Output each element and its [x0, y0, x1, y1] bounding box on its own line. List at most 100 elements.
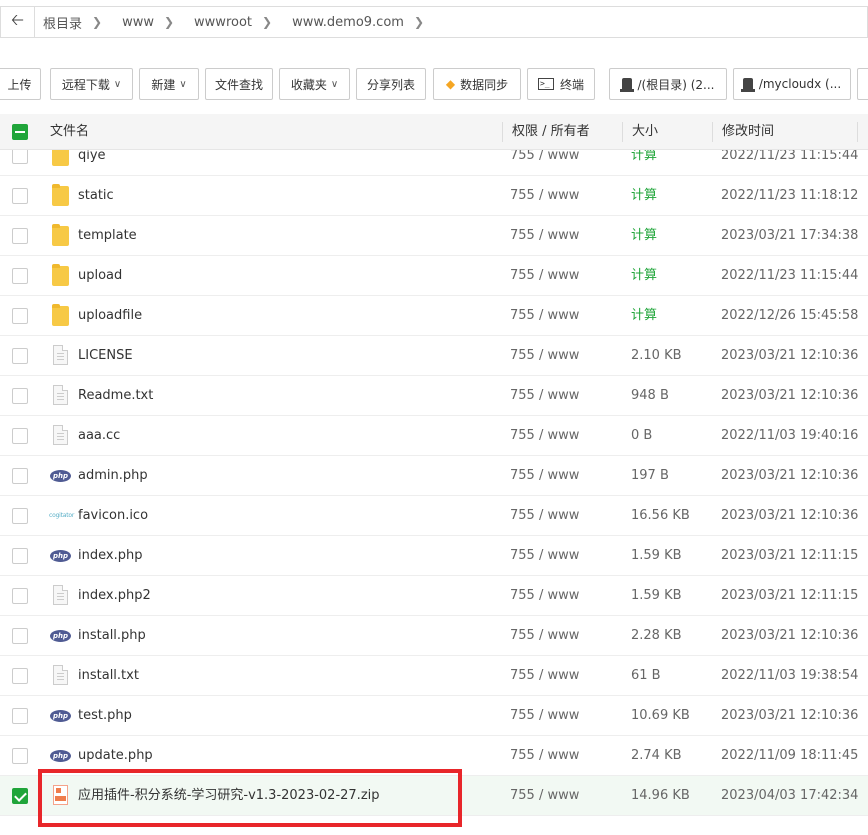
file-name[interactable]: qiye — [78, 150, 106, 176]
file-name[interactable]: index.php2 — [78, 576, 151, 616]
file-permission[interactable]: 755 / www — [510, 536, 579, 576]
file-name[interactable]: favicon.ico — [78, 496, 148, 536]
calculate-size-link[interactable]: 计算 — [631, 256, 657, 296]
column-divider[interactable] — [712, 122, 713, 142]
file-name[interactable]: index.php — [78, 536, 142, 576]
file-name[interactable]: 应用插件-积分系统-学习研究-v1.3-2023-02-27.zip — [78, 776, 380, 816]
header-name[interactable]: 文件名 — [50, 114, 89, 150]
file-name[interactable]: update.php — [78, 736, 153, 776]
row-checkbox[interactable] — [12, 348, 28, 364]
calculate-size-link[interactable]: 计算 — [631, 296, 657, 336]
new-button[interactable]: 新建 ∨ — [139, 68, 199, 100]
row-checkbox[interactable] — [12, 708, 28, 724]
breadcrumb-item-site[interactable]: www.demo9.com ❯ — [284, 15, 436, 30]
upload-button[interactable]: 上传 — [0, 68, 41, 100]
table-row[interactable]: cogitator favicon.ico 755 / www 16.56 KB 202… — [0, 496, 868, 536]
file-permission[interactable]: 755 / www — [510, 656, 579, 696]
file-mtime: 2023/03/21 12:10:36 — [721, 708, 859, 723]
row-checkbox[interactable] — [12, 588, 28, 604]
row-checkbox[interactable] — [12, 428, 28, 444]
calculate-size-link[interactable]: 计算 — [631, 150, 657, 176]
data-sync-button[interactable]: ◆ 数据同步 — [433, 68, 521, 100]
file-permission[interactable]: 755 / www — [510, 176, 579, 216]
breadcrumb-item-root[interactable]: 根目录 ❯ — [35, 13, 114, 32]
share-list-button[interactable]: 分享列表 — [356, 68, 426, 100]
table-row[interactable]: php install.php 755 / www 2.28 KB 2023/03/21… — [0, 616, 868, 656]
table-row[interactable]: LICENSE 755 / www 2.10 KB 2023/03/21 12:10:… — [0, 336, 868, 376]
file-name[interactable]: LICENSE — [78, 336, 133, 376]
file-permission[interactable]: 755 / www — [510, 456, 579, 496]
table-row[interactable]: static 755 / www 计算 2022/11/23 11:18:12 — [0, 176, 868, 216]
file-permission[interactable]: 755 / www — [510, 416, 579, 456]
file-name[interactable]: static — [78, 176, 114, 216]
table-row[interactable]: upload 755 / www 计算 2022/11/23 11:15:44 — [0, 256, 868, 296]
file-permission[interactable]: 755 / www — [510, 616, 579, 656]
column-divider[interactable] — [622, 122, 623, 142]
disk-mycloudx-button[interactable]: /mycloudx (... — [733, 68, 851, 100]
row-checkbox[interactable] — [12, 468, 28, 484]
file-name[interactable]: uploadfile — [78, 296, 142, 336]
file-permission[interactable]: 755 / www — [510, 296, 579, 336]
file-permission[interactable]: 755 / www — [510, 150, 579, 176]
table-row[interactable]: php test.php 755 / www 10.69 KB 2023/03/21 1… — [0, 696, 868, 736]
table-row[interactable]: php index.php 755 / www 1.59 KB 2023/03/21 1… — [0, 536, 868, 576]
file-permission[interactable]: 755 / www — [510, 576, 579, 616]
file-permission[interactable]: 755 / www — [510, 216, 579, 256]
table-row[interactable]: qiye 755 / www 计算 2022/11/23 11:15:44 — [0, 150, 868, 176]
column-divider[interactable] — [502, 122, 503, 142]
table-row[interactable]: 应用插件-积分系统-学习研究-v1.3-2023-02-27.zip 755 / … — [0, 776, 868, 816]
column-divider[interactable] — [857, 122, 858, 142]
toolbar-overflow-button[interactable] — [857, 68, 868, 100]
row-checkbox[interactable] — [12, 748, 28, 764]
file-name[interactable]: test.php — [78, 696, 132, 736]
row-checkbox[interactable] — [12, 268, 28, 284]
file-permission[interactable]: 755 / www — [510, 496, 579, 536]
file-name[interactable]: upload — [78, 256, 122, 296]
row-checkbox[interactable] — [12, 150, 28, 164]
row-checkbox[interactable] — [12, 788, 28, 804]
row-checkbox[interactable] — [12, 548, 28, 564]
table-row[interactable]: install.txt 755 / www 61 B 2022/11/03 19:38… — [0, 656, 868, 696]
table-row[interactable]: aaa.cc 755 / www 0 B 2022/11/03 19:40:16 — [0, 416, 868, 456]
favorites-button[interactable]: 收藏夹 ∨ — [279, 68, 350, 100]
table-row[interactable]: Readme.txt 755 / www 948 B 2023/03/21 12:10… — [0, 376, 868, 416]
row-checkbox[interactable] — [12, 508, 28, 524]
table-row[interactable]: template 755 / www 计算 2023/03/21 17:34:38 — [0, 216, 868, 256]
calculate-size-link[interactable]: 计算 — [631, 216, 657, 256]
header-mtime[interactable]: 修改时间 — [722, 114, 774, 150]
file-permission[interactable]: 755 / www — [510, 336, 579, 376]
file-name[interactable]: install.php — [78, 616, 146, 656]
table-row[interactable]: index.php2 755 / www 1.59 KB 2023/03/21 12:… — [0, 576, 868, 616]
calculate-size-link[interactable]: 计算 — [631, 176, 657, 216]
table-row[interactable]: uploadfile 755 / www 计算 2022/12/26 15:45:58 — [0, 296, 868, 336]
file-permission[interactable]: 755 / www — [510, 696, 579, 736]
find-file-button[interactable]: 文件查找 — [205, 68, 273, 100]
header-perm[interactable]: 权限 / 所有者 — [512, 114, 590, 150]
remote-download-button[interactable]: 远程下载 ∨ — [50, 68, 133, 100]
row-checkbox[interactable] — [12, 188, 28, 204]
file-name[interactable]: Readme.txt — [78, 376, 153, 416]
row-checkbox[interactable] — [12, 228, 28, 244]
file-permission[interactable]: 755 / www — [510, 376, 579, 416]
select-all-checkbox[interactable] — [12, 124, 28, 140]
breadcrumb-item-wwwroot[interactable]: wwwroot ❯ — [186, 15, 284, 30]
file-name[interactable]: install.txt — [78, 656, 139, 696]
terminal-button[interactable]: >_ 终端 — [527, 68, 595, 100]
breadcrumb-item-www[interactable]: www ❯ — [114, 15, 186, 30]
disk-root-button[interactable]: /(根目录) (2... — [609, 68, 727, 100]
file-permission[interactable]: 755 / www — [510, 256, 579, 296]
row-checkbox[interactable] — [12, 668, 28, 684]
row-checkbox[interactable] — [12, 628, 28, 644]
file-name[interactable]: template — [78, 216, 137, 256]
row-checkbox[interactable] — [12, 308, 28, 324]
table-row[interactable]: php admin.php 755 / www 197 B 2023/03/21 12:… — [0, 456, 868, 496]
file-mtime: 2023/03/21 12:10:36 — [721, 468, 859, 483]
file-permission[interactable]: 755 / www — [510, 736, 579, 776]
back-button[interactable]: 🡠 — [1, 7, 35, 37]
row-checkbox[interactable] — [12, 388, 28, 404]
table-row[interactable]: php update.php 755 / www 2.74 KB 2022/11/09 … — [0, 736, 868, 776]
file-name[interactable]: aaa.cc — [78, 416, 120, 456]
header-size[interactable]: 大小 — [632, 114, 658, 150]
file-permission[interactable]: 755 / www — [510, 776, 579, 816]
file-name[interactable]: admin.php — [78, 456, 148, 496]
